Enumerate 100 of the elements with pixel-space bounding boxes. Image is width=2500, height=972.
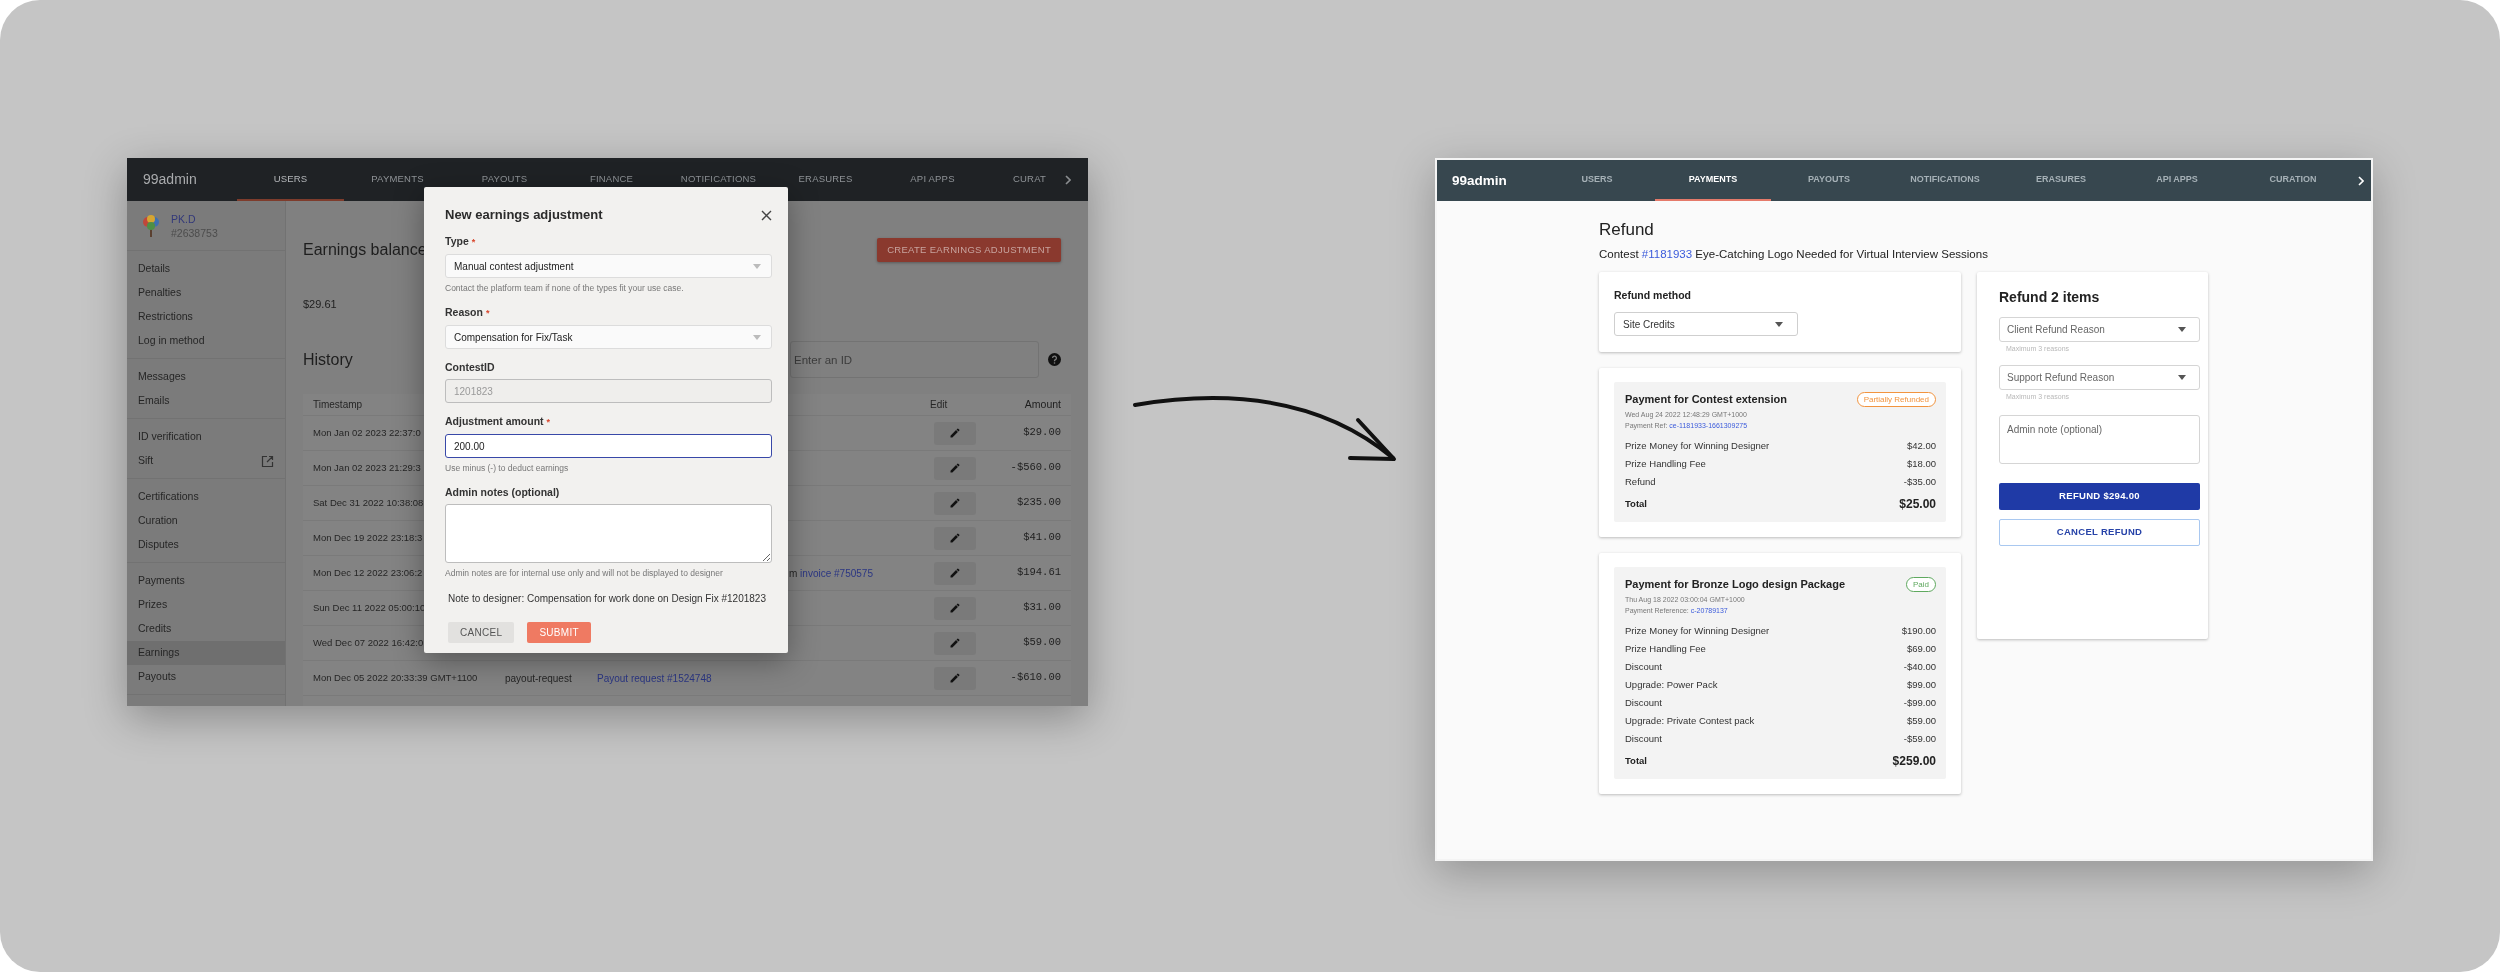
select-field[interactable]: Compensation for Fix/Task	[445, 325, 772, 349]
column-header: Timestamp	[313, 398, 364, 412]
invoice-link[interactable]: invoice #750575	[800, 567, 873, 579]
line-item-label: Discount	[1625, 696, 1662, 710]
payment-title: Payment for Contest extension	[1625, 392, 1787, 406]
input-field[interactable]: 200.00	[445, 434, 772, 458]
line-item-amount: -$59.00	[1903, 732, 1936, 746]
select-placeholder: Support Refund Reason	[2007, 371, 2115, 385]
panel-title: Refund 2 items	[1999, 289, 2101, 306]
refund-button[interactable]: REFUND $294.00	[1999, 483, 2200, 510]
sidebar-item[interactable]: Earnings	[127, 641, 285, 665]
edit-button[interactable]	[934, 666, 976, 690]
contest-link[interactable]: #1181933	[1641, 248, 1693, 260]
line-item-amount: -$99.00	[1903, 696, 1936, 710]
table-cell-text: payout-request	[505, 671, 573, 686]
nav-tab[interactable]: PAYOUTS	[1771, 160, 1887, 201]
edit-button[interactable]	[934, 526, 976, 550]
edit-button[interactable]	[934, 596, 976, 620]
line-item-amount: $18.00	[1906, 457, 1936, 471]
table-cell-text: $41.00	[1022, 530, 1062, 546]
column-header: Amount	[1023, 396, 1062, 412]
close-icon[interactable]	[761, 209, 772, 221]
pencil-icon	[949, 427, 961, 439]
sidebar-item[interactable]: Details	[127, 257, 285, 281]
line-item-amount: $69.00	[1906, 642, 1936, 656]
line-item-label: Prize Money for Winning Designer	[1625, 439, 1770, 453]
field-label: ContestID	[445, 361, 495, 373]
sidebar-item[interactable]: Prizes	[127, 593, 285, 617]
create-adjustment-button[interactable]: CREATE EARNINGS ADJUSTMENT	[877, 238, 1061, 262]
external-link-icon	[261, 454, 274, 468]
tree-icon	[141, 213, 161, 238]
sidebar-item[interactable]: Log in method	[127, 329, 285, 353]
edit-button[interactable]	[934, 456, 976, 480]
sidebar-item-label: Sift	[138, 453, 154, 469]
nav-tab[interactable]: ERASURES	[2003, 160, 2119, 201]
sidebar-item[interactable]: Credits	[127, 617, 285, 641]
nav-tab[interactable]: ERASURES	[772, 158, 879, 201]
designer-note: Note to designer: Compensation for work done on Design Fix #1201823	[447, 592, 767, 605]
table-cell-text: Sat Dec 31 2022 10:38:08	[313, 495, 424, 510]
field-hint: Admin notes are for internal use only and will not be displayed to designer	[445, 568, 724, 579]
sidebar-item[interactable]: Payments	[127, 569, 285, 593]
refund-method-select[interactable]: Site Credits	[1614, 312, 1798, 336]
line-item-amount: $190.00	[1901, 624, 1936, 638]
search-field[interactable]: Enter an ID	[790, 341, 1039, 378]
required-asterisk: *	[485, 308, 490, 318]
nav-tab[interactable]: PAYMENTS	[1655, 160, 1771, 201]
nav-tab[interactable]: CURAT	[986, 158, 1048, 201]
table-cell-text: $235.00	[1015, 495, 1062, 511]
column-header: Edit	[930, 398, 949, 412]
sidebar-item[interactable]: Disputes	[127, 533, 285, 557]
field-hint: Use minus (-) to deduct earnings	[445, 463, 570, 474]
cancel-refund-button[interactable]: CANCEL REFUND	[1999, 519, 2200, 546]
nav-tab[interactable]: PAYMENTS	[344, 158, 451, 201]
sidebar-item[interactable]: Emails	[127, 389, 285, 413]
sidebar-item[interactable]: Payouts	[127, 665, 285, 689]
edit-button[interactable]	[934, 561, 976, 585]
nav-tab[interactable]: USERS	[1539, 160, 1655, 201]
required-asterisk: *	[546, 417, 551, 427]
edit-button[interactable]	[934, 491, 976, 515]
nav-tab[interactable]: API APPS	[879, 158, 986, 201]
select-value: Manual contest adjustment	[454, 259, 574, 274]
sidebar-item[interactable]: Penalties	[127, 281, 285, 305]
edit-button[interactable]	[934, 631, 976, 655]
sidebar-item[interactable]: Sift	[127, 449, 285, 473]
sidebar-item[interactable]: Restrictions	[127, 305, 285, 329]
note-field[interactable]: Admin note (optional)	[1999, 415, 2200, 464]
brand-logo: 99admin	[1451, 172, 1508, 190]
sidebar-item[interactable]: ID verification	[127, 425, 285, 449]
table-cell-text: Mon Jan 02 2023 21:29:3	[313, 460, 421, 475]
user-name[interactable]: PK.D	[171, 211, 218, 226]
caret-icon	[1775, 321, 1783, 327]
edit-button[interactable]	[934, 421, 976, 445]
sidebar-item[interactable]: Certifications	[127, 485, 285, 509]
select-field[interactable]: Manual contest adjustment	[445, 254, 772, 278]
payout-link[interactable]: Payout request #1524748	[597, 672, 712, 684]
line-item-label: Upgrade: Private Contest pack	[1625, 714, 1755, 728]
line-item-label: Prize Money for Winning Designer	[1625, 624, 1770, 638]
line-item-amount: -$40.00	[1903, 660, 1936, 674]
caret-icon	[2178, 375, 2186, 380]
sidebar-item[interactable]: Messages	[127, 365, 285, 389]
caret-icon	[753, 263, 761, 269]
reason-select[interactable]: Support Refund Reason	[1999, 365, 2200, 390]
nav-tab[interactable]: API APPS	[2119, 160, 2235, 201]
notes-field[interactable]	[445, 504, 772, 563]
line-item-label: Refund	[1625, 475, 1656, 489]
cancel-button[interactable]: CANCEL	[448, 622, 515, 643]
table-cell-text: Mon Dec 19 2022 23:18:3	[313, 530, 423, 545]
caret-icon	[2178, 327, 2186, 332]
reason-select[interactable]: Client Refund Reason	[1999, 317, 2200, 342]
sidebar-item[interactable]: Curation	[127, 509, 285, 533]
table-cell-text: -$610.00	[1009, 670, 1062, 686]
line-item-label: Prize Handling Fee	[1625, 642, 1706, 656]
pencil-icon	[949, 672, 961, 684]
line-item-amount: $42.00	[1906, 439, 1936, 453]
page-title: Refund	[1599, 220, 1655, 240]
table-cell-text: $29.00	[1022, 425, 1062, 441]
nav-tab[interactable]: NOTIFICATIONS	[1887, 160, 2003, 201]
nav-tab[interactable]: CURATION	[2235, 160, 2351, 201]
submit-button[interactable]: SUBMIT	[527, 622, 591, 643]
status-tag: Paid	[1906, 577, 1936, 592]
